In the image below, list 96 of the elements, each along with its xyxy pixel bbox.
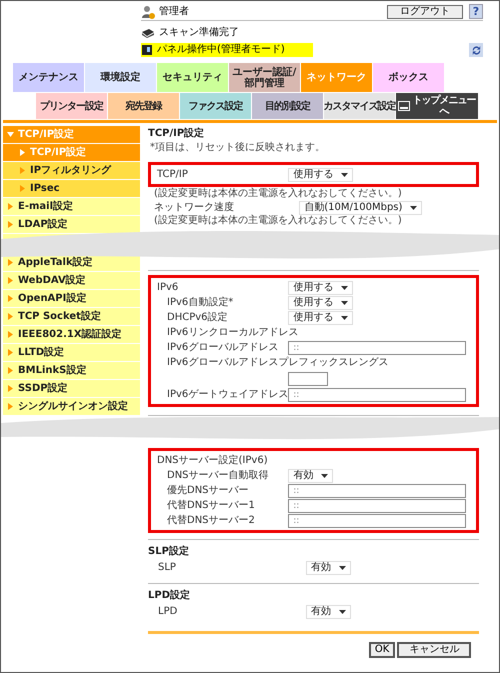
field-label: IPv6グローバルアドレス — [167, 342, 280, 354]
main-tab[interactable]: 環境設定 — [85, 63, 157, 92]
sidebar-item[interactable]: OpenAPI設定 — [3, 290, 140, 308]
ok-button[interactable]: OK — [368, 642, 396, 658]
field-label: DNSサーバー自動取得 — [167, 470, 270, 482]
main-tab[interactable]: ユーザー認証/部門管理 — [229, 63, 301, 92]
dropdown[interactable]: 有効 — [288, 468, 334, 482]
field-label: 優先DNSサーバー — [167, 484, 250, 496]
help-button[interactable]: ? — [469, 4, 483, 19]
field-label: IPv6リンクローカルアドレス — [167, 326, 300, 338]
sidebar-item[interactable]: SSDP設定 — [3, 380, 140, 398]
main-tab[interactable]: セキュリティ — [157, 63, 229, 92]
section-title: SLP設定 — [148, 544, 190, 559]
user-name: 管理者 — [159, 6, 189, 18]
main-tab[interactable]: メンテナンス — [13, 63, 85, 92]
caret-icon — [341, 316, 348, 320]
arrow-icon — [7, 313, 14, 320]
sub-tab[interactable]: 目的別設定 — [252, 93, 324, 119]
sidebar-item[interactable]: LLTD設定 — [3, 344, 140, 362]
cancel-button[interactable]: キャンセル — [397, 642, 472, 658]
arrow-icon — [7, 221, 14, 228]
sidebar-item[interactable]: E-mail設定 — [3, 198, 140, 216]
text-field[interactable]: :: — [288, 514, 466, 528]
arrow-icon — [7, 203, 14, 210]
arrow-icon — [7, 277, 14, 284]
sidebar-item[interactable]: LDAP設定 — [3, 216, 140, 234]
scan-status: スキャン準備完了 — [159, 27, 239, 39]
sidebar-item[interactable]: BMLinkS設定 — [3, 362, 140, 380]
caret-icon — [339, 566, 346, 570]
logout-button[interactable]: ログアウト — [387, 4, 463, 18]
caret-icon — [321, 474, 328, 478]
field-label: IPv6ゲートウェイアドレス — [167, 388, 288, 400]
sidebar-item[interactable]: WebDAV設定 — [3, 272, 140, 290]
sidebar-item[interactable]: TCP Socket設定 — [3, 308, 140, 326]
refresh-icon — [470, 44, 482, 56]
dropdown[interactable]: 有効 — [306, 605, 351, 619]
page-title: TCP/IP設定 — [148, 128, 206, 140]
text-field[interactable]: :: — [288, 484, 466, 498]
field-label: 代替DNSサーバー2 — [167, 514, 256, 526]
text-field[interactable]: :: — [288, 340, 466, 354]
field-label: TCP/IP — [157, 168, 189, 180]
dropdown[interactable]: 使用する — [288, 168, 354, 182]
note-text: (設定変更時は本体の主電源を入れなおしてください。) — [153, 188, 403, 200]
field-label: IPv6自動設定* — [167, 296, 234, 308]
arrow-icon — [7, 259, 14, 266]
arrow-icon — [7, 403, 14, 410]
text-field[interactable] — [288, 372, 328, 386]
caret-icon — [339, 610, 346, 614]
field-label: DNSサーバー設定(IPv6) — [157, 454, 269, 466]
field-label: LPD — [158, 606, 178, 618]
refresh-button[interactable] — [469, 43, 483, 57]
caret-icon — [341, 286, 348, 290]
arrow-icon — [7, 349, 14, 356]
section-title: LPD設定 — [148, 588, 192, 603]
field-label: IPv6グローバルアドレスプレフィックスレングス — [167, 356, 390, 368]
field-label: SLP — [158, 562, 177, 574]
sidebar-item[interactable]: IEEE802.1X認証設定 — [3, 326, 140, 344]
text-field[interactable]: :: — [288, 498, 466, 512]
top-menu-tab[interactable]: トップメニューへ — [396, 93, 478, 119]
caret-icon — [410, 206, 418, 210]
arrow-icon — [19, 167, 26, 174]
expand-arrow-icon — [7, 131, 14, 138]
text-field[interactable]: :: — [288, 388, 466, 402]
monitor-icon — [398, 101, 410, 111]
sidebar-subitem[interactable]: IPフィルタリング — [3, 162, 140, 180]
sidebar-subitem[interactable]: IPsec — [3, 180, 140, 198]
page-note: *項目は、リセット後に反映されます。 — [149, 142, 326, 154]
dropdown[interactable]: 使用する — [288, 296, 354, 310]
arrow-icon — [19, 185, 26, 192]
arrow-icon — [19, 149, 26, 156]
dropdown[interactable]: 使用する — [288, 310, 354, 324]
field-label: IPv6 — [157, 282, 180, 294]
scanner-icon — [141, 28, 155, 38]
caret-icon — [341, 172, 348, 176]
sub-tab[interactable]: カスタマイズ設定 — [324, 93, 396, 119]
note-text: (設定変更時は本体の主電源を入れなおしてください。) — [153, 215, 403, 227]
dropdown[interactable]: 自動(10M/100Mbps) — [299, 200, 422, 214]
arrow-icon — [7, 367, 14, 374]
main-tab[interactable]: ボックス — [373, 63, 445, 92]
field-label: 代替DNSサーバー1 — [167, 500, 256, 512]
sub-tab[interactable]: 宛先登録 — [108, 93, 180, 119]
dropdown[interactable]: 使用する — [288, 280, 354, 294]
panel-status: パネル操作中(管理者モード) — [157, 44, 285, 56]
sidebar-item[interactable]: シングルサインオン設定 — [3, 398, 140, 416]
top-menu-label: トップメニューへ — [412, 95, 476, 117]
sub-tab[interactable]: プリンター設定 — [36, 93, 108, 119]
arrow-icon — [7, 385, 14, 392]
arrow-icon — [7, 295, 14, 302]
field-label: DHCPv6設定 — [167, 312, 229, 324]
sub-tab[interactable]: ファクス設定 — [180, 93, 252, 119]
printer-icon — [141, 44, 153, 56]
field-label: ネットワーク速度 — [154, 202, 235, 214]
user-icon — [141, 4, 155, 18]
caret-icon — [341, 300, 348, 304]
dropdown[interactable]: 有効 — [306, 561, 351, 575]
arrow-icon — [7, 331, 14, 338]
